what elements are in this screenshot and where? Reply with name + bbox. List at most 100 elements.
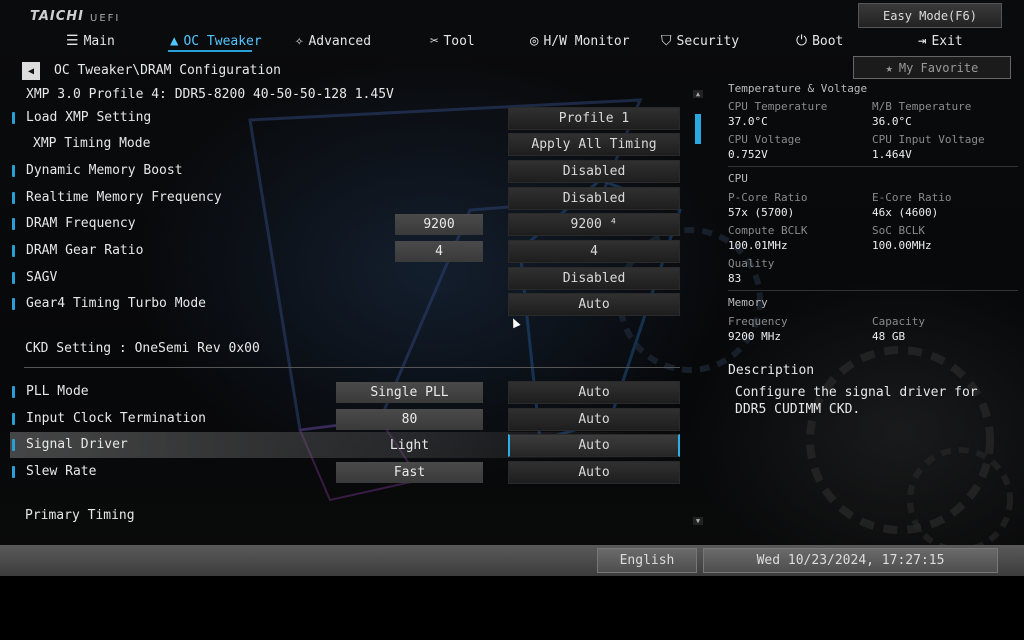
- tab-label: Exit: [931, 33, 963, 49]
- setting-row-gear4-timing-turbo[interactable]: Gear4 Timing Turbo Mode Auto: [10, 291, 684, 317]
- tab-main[interactable]: ☰ Main: [66, 30, 115, 52]
- xmp-timing-mode-dropdown[interactable]: Apply All Timing: [508, 133, 680, 156]
- setting-label: PLL Mode: [26, 384, 89, 399]
- power-icon: ⏻: [796, 33, 808, 49]
- setting-label: DRAM Frequency: [26, 216, 136, 231]
- scroll-up-icon[interactable]: ▲: [693, 90, 703, 98]
- tab-exit[interactable]: ⇥ Exit: [918, 30, 963, 52]
- ecore-ratio-value: 46x (4600): [872, 206, 939, 219]
- setting-row-input-clock-termination[interactable]: Input Clock Termination 80 Auto: [10, 406, 684, 432]
- pll-mode-dropdown[interactable]: Auto: [508, 381, 680, 404]
- row-indicator: [12, 165, 15, 177]
- row-indicator: [12, 413, 15, 425]
- slew-rate-current-value: Fast: [336, 462, 483, 483]
- language-button[interactable]: English: [597, 548, 697, 573]
- tab-tool[interactable]: ✂ Tool: [430, 30, 475, 52]
- dram-frequency-dropdown[interactable]: 9200 ⁴: [508, 213, 680, 236]
- mb-temp-label: M/B Temperature: [872, 100, 972, 113]
- setting-label: Input Clock Termination: [26, 411, 207, 426]
- setting-row-slew-rate[interactable]: Slew Rate Fast Auto: [10, 459, 684, 485]
- signal-driver-dropdown[interactable]: Auto: [508, 434, 680, 457]
- compute-bclk-label: Compute BCLK: [728, 224, 808, 237]
- input-clock-termination-dropdown[interactable]: Auto: [508, 408, 680, 431]
- flame-icon: ▲: [170, 33, 179, 49]
- temp-voltage-title: Temperature & Voltage: [728, 82, 868, 95]
- row-indicator: [12, 272, 15, 284]
- tab-label: Main: [83, 33, 115, 49]
- pll-mode-current-value: Single PLL: [336, 382, 483, 403]
- soc-bclk-label: SoC BCLK: [872, 224, 925, 237]
- setting-row-pll-mode[interactable]: PLL Mode Single PLL Auto: [10, 379, 684, 405]
- row-indicator: [12, 112, 15, 124]
- memory-capacity-value: 48 GB: [872, 330, 906, 343]
- dram-gear-ratio-dropdown[interactable]: 4: [508, 240, 680, 263]
- ckd-setting-header: CKD Setting : OneSemi Rev 0x00: [25, 341, 260, 356]
- tab-security[interactable]: ⛉ Security: [661, 30, 739, 52]
- memory-frequency-value: 9200 MHz: [728, 330, 781, 343]
- tab-oc-tweaker[interactable]: ▲ OC Tweaker: [170, 30, 262, 52]
- memory-section-title: Memory: [728, 296, 768, 309]
- dram-frequency-current-value: 9200: [395, 214, 483, 235]
- breadcrumb: OC Tweaker\DRAM Configuration: [54, 63, 281, 78]
- gauge-icon: ◎: [530, 33, 539, 49]
- settings-scrollbar[interactable]: ▲ ▼: [693, 90, 703, 525]
- scrollbar-thumb[interactable]: [695, 114, 701, 144]
- tab-label: H/W Monitor: [543, 33, 630, 49]
- setting-label: Load XMP Setting: [26, 110, 152, 125]
- easy-mode-button[interactable]: Easy Mode(F6): [858, 3, 1002, 28]
- back-button[interactable]: ◀: [22, 62, 40, 80]
- row-indicator: [12, 245, 15, 257]
- memory-frequency-label: Frequency: [728, 315, 788, 328]
- tab-boot[interactable]: ⏻ Boot: [796, 30, 843, 52]
- row-indicator: [12, 386, 15, 398]
- panel-divider: [728, 166, 1018, 167]
- sagv-dropdown[interactable]: Disabled: [508, 267, 680, 290]
- load-xmp-dropdown[interactable]: Profile 1: [508, 107, 680, 130]
- realtime-memory-frequency-dropdown[interactable]: Disabled: [508, 187, 680, 210]
- quality-value: 83: [728, 272, 742, 285]
- primary-timing-header[interactable]: Primary Timing: [25, 508, 135, 523]
- slew-rate-dropdown[interactable]: Auto: [508, 461, 680, 484]
- tab-label: OC Tweaker: [183, 33, 262, 49]
- setting-label: Slew Rate: [26, 464, 97, 479]
- dram-gear-ratio-current-value: 4: [395, 241, 483, 262]
- my-favorite-button[interactable]: ★ My Favorite: [853, 56, 1011, 79]
- setting-label: DRAM Gear Ratio: [26, 243, 144, 258]
- taichi-logo: TAICHI UEFI: [30, 6, 120, 26]
- back-arrow-icon: ◀: [27, 65, 35, 77]
- active-tab-indicator: [168, 50, 252, 52]
- setting-row-dram-frequency[interactable]: DRAM Frequency 9200 9200 ⁴: [10, 211, 684, 237]
- mouse-cursor: [509, 316, 521, 329]
- list-icon: ☰: [66, 33, 79, 49]
- setting-row-dynamic-memory-boost[interactable]: Dynamic Memory Boost Disabled: [10, 158, 684, 184]
- tab-advanced[interactable]: ✧ Advanced: [295, 30, 371, 52]
- xmp-profile-info: XMP 3.0 Profile 4: DDR5-8200 40-50-50-12…: [26, 87, 394, 102]
- input-clock-termination-current-value: 80: [336, 409, 483, 430]
- setting-row-dram-gear-ratio[interactable]: DRAM Gear Ratio 4 4: [10, 238, 684, 264]
- tab-label: Tool: [443, 33, 475, 49]
- tab-hw-monitor[interactable]: ◎ H/W Monitor: [530, 30, 630, 52]
- signal-driver-current-value: Light: [389, 438, 430, 453]
- row-indicator: [12, 439, 15, 451]
- dynamic-memory-boost-dropdown[interactable]: Disabled: [508, 160, 680, 183]
- cpu-voltage-label: CPU Voltage: [728, 133, 801, 146]
- setting-label: Realtime Memory Frequency: [26, 190, 222, 205]
- memory-capacity-label: Capacity: [872, 315, 925, 328]
- cpu-temp-value: 37.0°C: [728, 115, 768, 128]
- scroll-down-icon[interactable]: ▼: [693, 517, 703, 525]
- section-divider: [24, 367, 680, 368]
- setting-row-load-xmp[interactable]: Load XMP Setting Profile 1: [10, 105, 684, 131]
- setting-row-signal-driver[interactable]: Signal Driver Light Auto: [10, 432, 684, 458]
- row-indicator: [12, 466, 15, 478]
- cpu-section-title: CPU: [728, 172, 748, 185]
- row-indicator: [12, 192, 15, 204]
- pcore-ratio-value: 57x (5700): [728, 206, 795, 219]
- setting-row-sagv[interactable]: SAGV Disabled: [10, 265, 684, 291]
- setting-row-xmp-timing-mode[interactable]: XMP Timing Mode Apply All Timing: [10, 131, 684, 157]
- main-nav: ☰ Main ▲ OC Tweaker ✧ Advanced ✂ Tool ◎ …: [0, 30, 1024, 52]
- my-favorite-label: My Favorite: [898, 60, 979, 75]
- gear4-timing-turbo-dropdown[interactable]: Auto: [508, 293, 680, 316]
- setting-row-realtime-memory-frequency[interactable]: Realtime Memory Frequency Disabled: [10, 185, 684, 211]
- ecore-ratio-label: E-Core Ratio: [872, 191, 952, 204]
- tab-label: Advanced: [308, 33, 372, 49]
